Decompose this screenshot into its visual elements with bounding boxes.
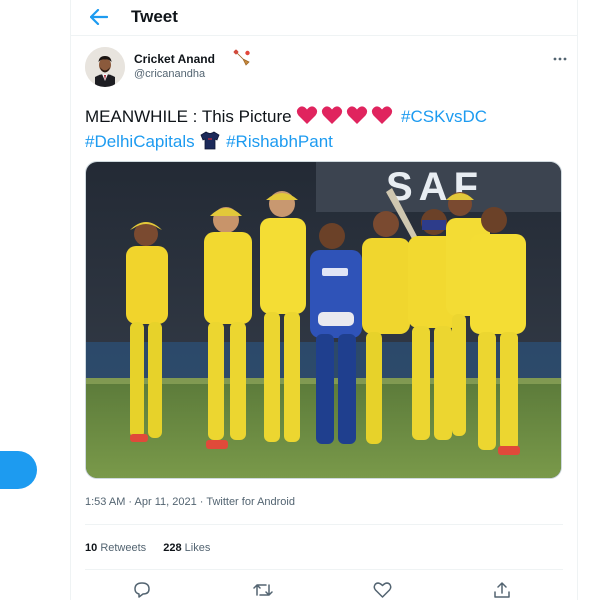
tweet-date[interactable]: Apr 11, 2021 [135,496,197,508]
retweet-icon [253,584,273,596]
tweet-actions [71,578,577,600]
retweets-stat[interactable]: 10 Retweets [85,542,146,554]
tweet-text: MEANWHILE : This Picture #CSKvsDC #Delhi… [85,104,565,154]
hashtag-delhi-capitals[interactable]: #DelhiCapitals [85,132,195,151]
share-icon [494,582,510,598]
back-button[interactable] [87,6,111,28]
tweet-photo[interactable]: SAF [85,161,562,479]
cricket-team-photo: SAF [86,162,561,478]
cricket-bat-icon [233,49,250,66]
author-handle[interactable]: @cricanandha [134,68,205,80]
likes-label: Likes [184,542,211,554]
share-button[interactable] [493,581,513,600]
tweet-stats: 10 Retweets 228 Likes [85,542,224,554]
divider [85,569,563,570]
tweet-source[interactable]: Twitter for Android [206,496,295,508]
meta-separator: · [128,496,133,508]
likes-count: 228 [163,542,182,554]
hashtag-csk-vs-dc[interactable]: #CSKvsDC [401,107,487,126]
tweet-header: Tweet [71,0,577,36]
like-icon [373,582,392,598]
retweet-button[interactable] [253,581,273,600]
reply-icon [134,582,150,598]
red-heart-icon [297,106,318,124]
retweets-count: 10 [85,542,98,554]
jersey-icon [200,131,220,150]
likes-stat[interactable]: 228 Likes [163,542,210,554]
page-title: Tweet [131,7,178,26]
like-button[interactable] [373,581,393,600]
tweet-text-prefix: MEANWHILE : This Picture [85,107,292,126]
red-heart-icon [347,106,368,124]
tweet-compose-button[interactable] [0,451,37,489]
more-options-button[interactable] [553,49,567,65]
more-icon [553,57,567,61]
reply-button[interactable] [133,581,153,600]
avatar-image [85,47,125,87]
hashtag-rishabh-pant[interactable]: #RishabhPant [226,132,333,151]
divider [85,524,563,525]
red-heart-icon [372,106,393,124]
meta-separator: · [199,496,204,508]
red-heart-icon [322,106,343,124]
arrow-left-icon [90,9,108,25]
retweets-label: Retweets [100,542,147,554]
tweet-time[interactable]: 1:53 AM [85,496,125,508]
left-sidebar [0,0,70,600]
tweet-metadata: 1:53 AM · Apr 11, 2021 · Twitter for And… [85,496,295,508]
author-display-name[interactable]: Cricket Anand [134,52,215,66]
avatar[interactable] [85,47,125,87]
tweet-detail-column: Tweet Cricket Anand @cricanandha MEANWHI… [70,0,578,600]
tweet-author: Cricket Anand @cricanandha [85,47,567,91]
